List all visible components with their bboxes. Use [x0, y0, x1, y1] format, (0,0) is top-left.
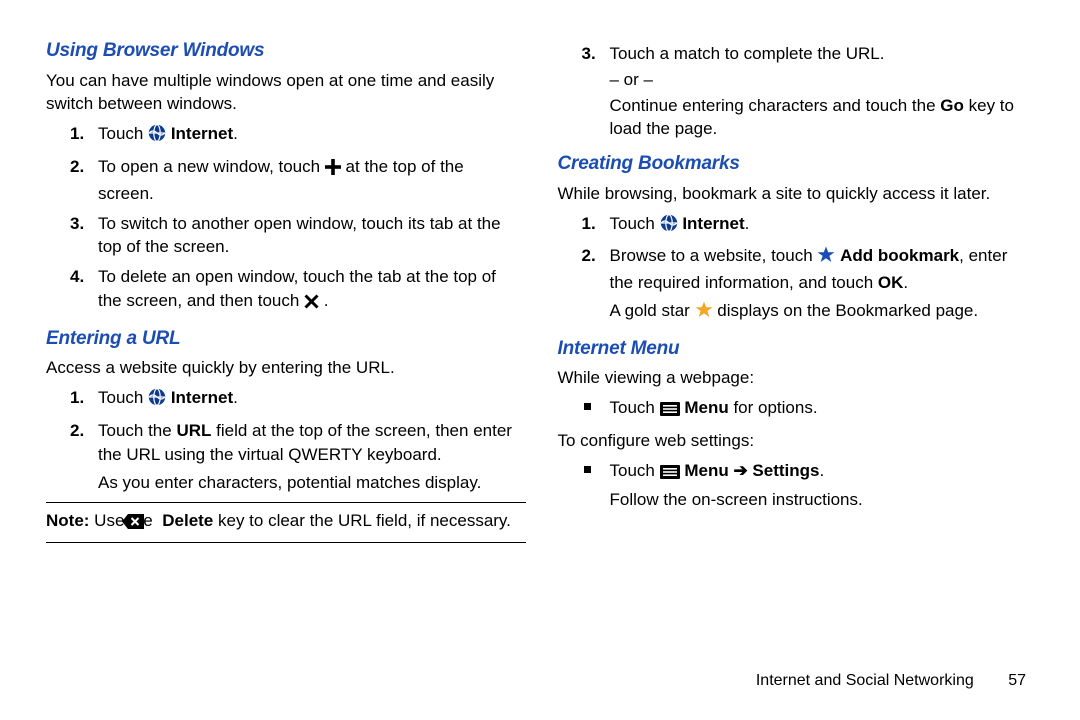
text: for options.	[729, 398, 818, 417]
step-item: Touch Internet.	[98, 122, 526, 149]
text: .	[233, 388, 238, 407]
bullet-item: Touch Menu for options.	[610, 396, 1038, 423]
heading-internet-menu: Internet Menu	[558, 336, 1038, 363]
settings-label: Settings	[752, 461, 819, 480]
text: Touch	[98, 388, 148, 407]
heading-using-browser-windows: Using Browser Windows	[46, 38, 526, 65]
heading-creating-bookmarks: Creating Bookmarks	[558, 151, 1038, 178]
menu-icon	[660, 462, 680, 486]
step-item: To delete an open window, touch the tab …	[98, 265, 526, 316]
text: Touch	[610, 461, 660, 480]
text: To delete an open window, touch the tab …	[98, 267, 496, 310]
internet-label: Internet	[171, 124, 233, 143]
page-footer: Internet and Social Networking 57	[756, 670, 1026, 692]
star-blue-icon	[817, 246, 835, 271]
text: .	[819, 461, 824, 480]
globe-icon	[148, 388, 166, 413]
note-label: Note:	[46, 511, 89, 530]
step-item: Touch the URL field at the top of the sc…	[98, 419, 526, 494]
step-item: Browse to a website, touch Add bookmark,…	[610, 244, 1038, 325]
step-item: Touch Internet.	[610, 212, 1038, 239]
content-columns: Using Browser Windows You can have multi…	[46, 38, 1037, 618]
text: A gold star	[610, 301, 695, 320]
bullet-list: Touch Menu ➔ Settings. Follow the on-scr…	[558, 459, 1038, 512]
text: Touch a match to complete the URL.	[610, 44, 885, 63]
globe-icon	[148, 124, 166, 149]
menu-icon	[660, 399, 680, 423]
step-item: To switch to another open window, touch …	[98, 212, 526, 260]
step-item: To open a new window, touch at the top o…	[98, 155, 526, 206]
text: To configure web settings:	[558, 429, 1038, 453]
text: Continue entering characters and touch t…	[610, 96, 941, 115]
url-label: URL	[176, 421, 211, 440]
plus-icon	[325, 158, 341, 182]
intro-text: While browsing, bookmark a site to quick…	[558, 182, 1038, 206]
bullet-list: Touch Menu for options.	[558, 396, 1038, 423]
intro-text: Access a website quickly by entering the…	[46, 356, 526, 380]
go-label: Go	[940, 96, 964, 115]
steps-entering-url-part2: Touch a match to complete the URL. – or …	[558, 42, 1038, 141]
step-item: Touch Internet.	[98, 386, 526, 413]
text: To open a new window, touch	[98, 157, 325, 176]
manual-page: Using Browser Windows You can have multi…	[0, 0, 1080, 720]
text: displays on the Bookmarked page.	[713, 301, 979, 320]
close-icon	[304, 292, 319, 316]
heading-entering-url: Entering a URL	[46, 326, 526, 353]
text: As you enter characters, potential match…	[98, 473, 481, 492]
bullet-item: Touch Menu ➔ Settings. Follow the on-scr…	[610, 459, 1038, 512]
text: While viewing a webpage:	[558, 366, 1038, 390]
menu-label: Menu	[684, 461, 728, 480]
text: Follow the on-screen instructions.	[610, 490, 863, 509]
text: Browse to a website, touch	[610, 246, 818, 265]
ok-label: OK	[878, 273, 904, 292]
text: key to clear the URL field, if necessary…	[213, 511, 511, 530]
star-gold-icon	[695, 301, 713, 326]
steps-creating-bookmarks: Touch Internet. Browse to a website, tou…	[558, 212, 1038, 326]
text: Touch	[98, 124, 148, 143]
text: .	[233, 124, 238, 143]
steps-entering-url-part1: Touch Internet. Touch the URL field at t…	[46, 386, 526, 494]
delete-label: Delete	[162, 511, 213, 530]
text: Touch the	[98, 421, 176, 440]
text: Touch	[610, 214, 660, 233]
menu-label: Menu	[684, 398, 728, 417]
steps-browser-windows: Touch Internet. To open a new window, to…	[46, 122, 526, 316]
text: .	[319, 291, 328, 310]
note-block: Note: Use the Delete key to clear the UR…	[46, 502, 526, 543]
intro-text: You can have multiple windows open at on…	[46, 69, 526, 117]
step-item: Touch a match to complete the URL. – or …	[610, 42, 1038, 141]
text: .	[745, 214, 750, 233]
or-text: – or –	[610, 70, 653, 89]
globe-icon	[660, 214, 678, 239]
text: Touch	[610, 398, 660, 417]
text: .	[903, 273, 908, 292]
chapter-title: Internet and Social Networking	[756, 672, 974, 689]
page-number: 57	[1008, 670, 1026, 692]
internet-label: Internet	[171, 388, 233, 407]
arrow-icon: ➔	[729, 461, 753, 480]
internet-label: Internet	[682, 214, 744, 233]
add-bookmark-label: Add bookmark	[840, 246, 959, 265]
